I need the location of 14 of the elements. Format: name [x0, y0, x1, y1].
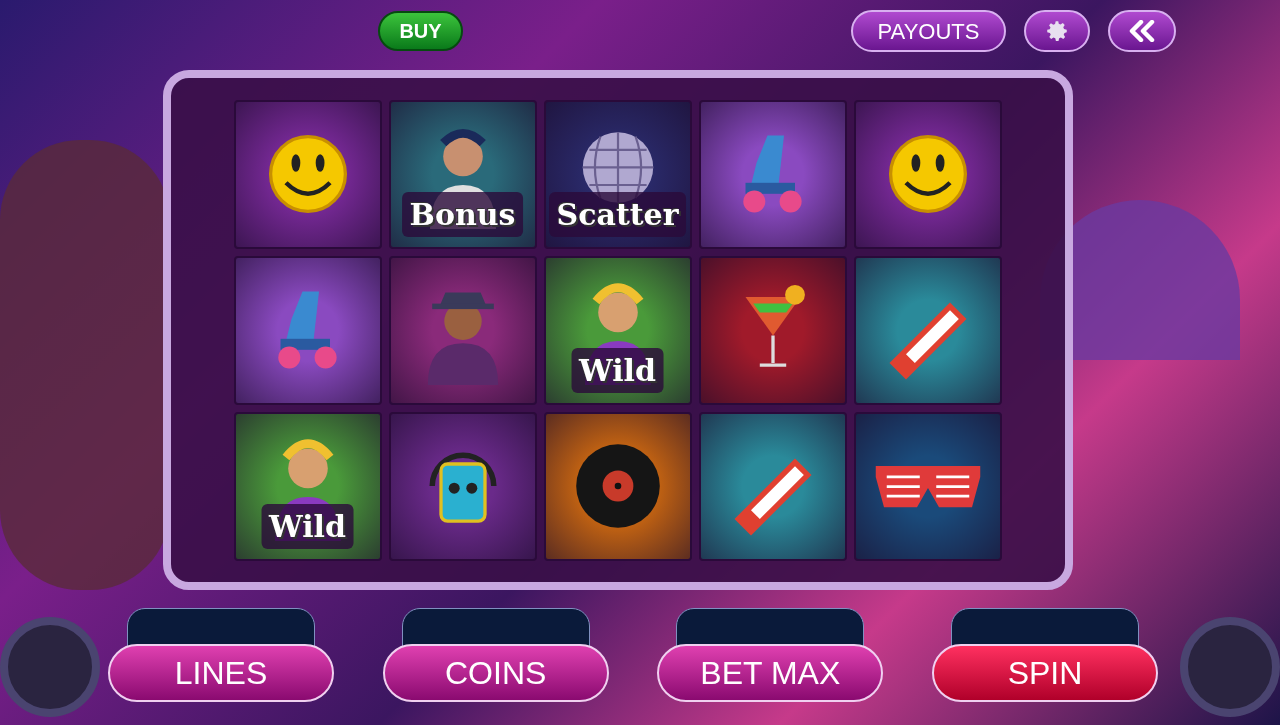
control-button[interactable]: LINES [108, 644, 334, 702]
symbol-label: Bonus [401, 191, 524, 237]
spin-button[interactable]: SPIN [931, 644, 1158, 702]
control-button[interactable]: BET MAX [657, 644, 884, 702]
settings-button[interactable] [1024, 10, 1090, 52]
back-button[interactable] [1108, 10, 1176, 52]
control-button[interactable]: COINS [382, 644, 609, 702]
symbol-label: Wild [261, 503, 354, 549]
symbol-label: Wild [571, 347, 664, 393]
payouts-button[interactable]: PAYOUTS [851, 10, 1006, 52]
double-chevron-left-icon [1129, 20, 1155, 42]
buy-button[interactable]: BUY [378, 11, 463, 51]
settings-icon [1044, 18, 1070, 44]
symbol-label: Scatter [548, 191, 687, 237]
